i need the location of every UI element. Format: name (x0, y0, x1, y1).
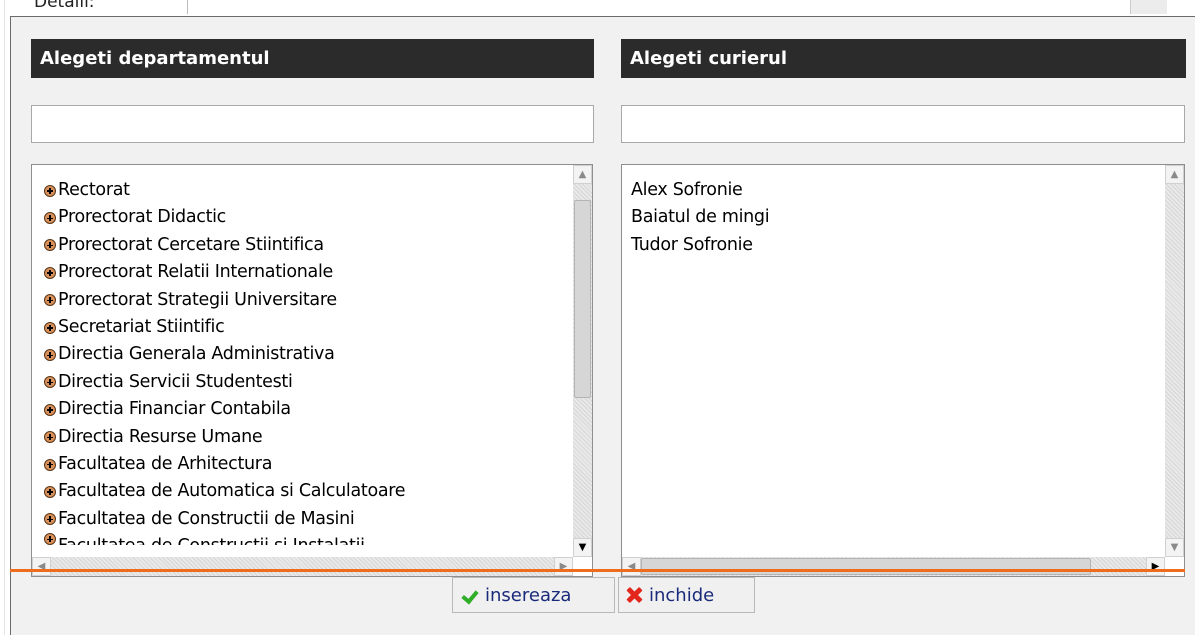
insert-button[interactable]: insereaza (452, 577, 615, 613)
scroll-up-button[interactable]: ▲ (573, 165, 592, 184)
courier-item[interactable]: Alex Sofronie (622, 177, 1165, 204)
department-item-label: Prorectorat Strategii Universitare (58, 289, 337, 310)
arrow-down-icon: ▼ (578, 541, 587, 553)
plus-circle-icon[interactable] (44, 321, 56, 334)
department-item-label: Secretariat Stiintific (58, 316, 225, 337)
scrollbar-corner (573, 557, 592, 576)
dialog-footer-divider (10, 569, 1185, 572)
department-item-label: Facultatea de Arhitectura (58, 453, 273, 474)
plus-circle-icon[interactable] (44, 485, 56, 498)
department-item[interactable]: Secretariat Stiintific (44, 314, 573, 341)
plus-circle-icon[interactable] (44, 294, 56, 307)
background-page-edge (4, 0, 5, 635)
plus-circle-icon[interactable] (44, 266, 56, 279)
scroll-up-button[interactable]: ▲ (1165, 165, 1184, 184)
department-filter-input[interactable] (31, 105, 594, 143)
department-item-label: Prorectorat Cercetare Stiintifica (58, 234, 324, 255)
scroll-down-button[interactable]: ▼ (573, 538, 592, 557)
close-button[interactable]: inchide (618, 577, 755, 613)
plus-circle-icon[interactable] (44, 533, 56, 546)
department-item[interactable]: Facultatea de Arhitectura (44, 451, 573, 478)
department-item-label: Directia Servicii Studentesti (58, 371, 293, 392)
courier-filter-input[interactable] (621, 105, 1185, 143)
scroll-left-button[interactable]: ◀ (622, 557, 641, 576)
department-item[interactable]: Directia Generala Administrativa (44, 341, 573, 368)
background-details-label: Detalii: (34, 0, 95, 12)
checkmark-icon (459, 587, 479, 603)
plus-circle-icon[interactable] (44, 184, 56, 197)
arrow-up-icon: ▲ (1170, 168, 1179, 180)
scroll-left-button[interactable]: ◀ (32, 557, 51, 576)
arrow-up-icon: ▲ (578, 168, 587, 180)
department-item[interactable]: Directia Financiar Contabila (44, 396, 573, 423)
couriers-listbox[interactable]: Alex Sofronie Baiatul de mingi Tudor Sofro… (621, 164, 1185, 577)
departments-horizontal-scrollbar[interactable]: ◀ ▶ (32, 557, 573, 576)
department-item-label: Directia Resurse Umane (58, 426, 263, 447)
department-item-label: Facultatea de Constructii de Masini (58, 508, 355, 529)
plus-circle-icon[interactable] (44, 376, 56, 389)
close-button-label: inchide (649, 584, 715, 606)
plus-circle-icon[interactable] (44, 349, 56, 362)
departments-header: Alegeti departamentul (31, 39, 594, 78)
background-divider (187, 0, 188, 14)
departments-vertical-scrollbar[interactable]: ▲ ▼ (573, 165, 592, 557)
background-scrollbar (1130, 0, 1167, 14)
courier-item[interactable]: Baiatul de mingi (622, 204, 1165, 231)
scroll-thumb[interactable] (574, 200, 591, 398)
department-item[interactable]: Facultatea de Automatica si Calculatoare (44, 478, 573, 505)
department-item-label: Directia Generala Administrativa (58, 344, 335, 365)
department-item-label: Prorectorat Relatii Internationale (58, 262, 334, 283)
scrollbar-corner (1165, 557, 1184, 576)
department-item-label: Directia Financiar Contabila (58, 399, 291, 420)
departments-list: Rectorat Prorectorat Didactic Prorectorat … (32, 165, 573, 557)
couriers-list: Alex Sofronie Baiatul de mingi Tudor Sofro… (622, 165, 1165, 557)
plus-circle-icon[interactable] (44, 458, 56, 471)
department-item[interactable]: Directia Servicii Studentesti (44, 369, 573, 396)
department-item-label: Facultatea de Automatica si Calculatoare (58, 481, 406, 502)
plus-circle-icon[interactable] (44, 431, 56, 444)
department-item-label: Prorectorat Didactic (58, 207, 227, 228)
department-item[interactable]: Prorectorat Strategii Universitare (44, 287, 573, 314)
departments-listbox[interactable]: Rectorat Prorectorat Didactic Prorectorat … (31, 164, 593, 577)
department-item[interactable]: Facultatea de Constructii de Masini (44, 506, 573, 533)
department-item-label: Rectorat (58, 180, 130, 200)
department-item[interactable]: Directia Resurse Umane (44, 424, 573, 451)
couriers-vertical-scrollbar[interactable]: ▲ ▼ (1165, 165, 1184, 557)
scroll-right-button[interactable]: ▶ (1146, 557, 1165, 576)
department-item[interactable]: Prorectorat Cercetare Stiintifica (44, 232, 573, 259)
arrow-down-icon: ▼ (1170, 541, 1179, 553)
insert-button-label: insereaza (485, 584, 572, 606)
department-item[interactable]: Facultatea de Constructii si Instalatii (44, 533, 573, 546)
department-item-label: Facultatea de Constructii si Instalatii (58, 533, 365, 545)
plus-circle-icon[interactable] (44, 212, 56, 225)
scroll-thumb[interactable] (641, 558, 1091, 575)
plus-circle-icon[interactable] (44, 403, 56, 416)
department-item[interactable]: Prorectorat Relatii Internationale (44, 259, 573, 286)
couriers-horizontal-scrollbar[interactable]: ◀ ▶ (622, 557, 1165, 576)
courier-item[interactable]: Tudor Sofronie (622, 232, 1165, 259)
plus-circle-icon[interactable] (44, 239, 56, 252)
department-item[interactable]: Prorectorat Didactic (44, 204, 573, 231)
courier-dialog: Alegeti departamentul Rectorat Prorectora… (10, 16, 1195, 635)
couriers-header: Alegeti curierul (621, 39, 1186, 78)
scroll-right-button[interactable]: ▶ (554, 557, 573, 576)
x-icon (625, 586, 643, 604)
scroll-down-button[interactable]: ▼ (1165, 538, 1184, 557)
department-item[interactable]: Rectorat (44, 177, 573, 204)
plus-circle-icon[interactable] (44, 513, 56, 526)
